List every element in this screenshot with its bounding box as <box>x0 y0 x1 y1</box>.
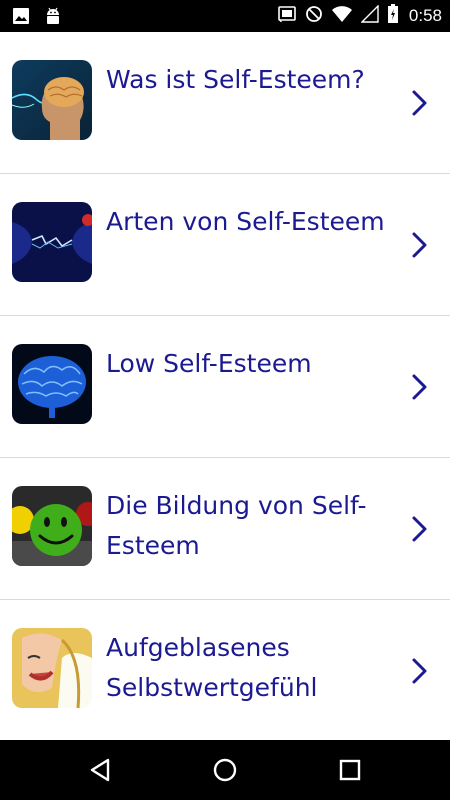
back-icon[interactable] <box>84 754 116 786</box>
item-title: Die Bildung von Self-Esteem <box>106 491 367 560</box>
status-time: 0:58 <box>408 6 442 25</box>
wifi-icon <box>331 5 353 28</box>
cast-icon <box>277 5 297 28</box>
laughing-woman-image <box>12 628 92 708</box>
battery-icon <box>387 3 399 29</box>
list-item[interactable]: Arten von Self-Esteem <box>0 174 450 316</box>
home-icon[interactable] <box>209 754 241 786</box>
item-title: Arten von Self-Esteem <box>106 207 385 236</box>
chevron-right-icon <box>412 516 427 542</box>
smiley-balls-image <box>12 486 92 566</box>
do-not-disturb-icon <box>305 5 323 28</box>
chevron-right-icon <box>412 374 427 400</box>
item-title: Was ist Self-Esteem? <box>106 65 365 94</box>
android-icon <box>44 6 62 31</box>
electric-faces-image <box>12 202 92 282</box>
status-bar: 0:58 <box>0 0 450 32</box>
item-title: Aufgeblasenes Selbstwertgefühl <box>106 633 318 702</box>
image-icon <box>12 7 30 30</box>
recents-icon[interactable] <box>334 754 366 786</box>
list-item[interactable]: Low Self-Esteem <box>0 316 450 458</box>
brain-head-image <box>12 60 92 140</box>
navigation-bar <box>0 740 450 800</box>
item-title: Low Self-Esteem <box>106 349 312 378</box>
topic-list: Was ist Self-Esteem? Arten von Self-Este… <box>0 32 450 742</box>
chevron-right-icon <box>412 658 427 684</box>
list-item[interactable]: Die Bildung von Self-Esteem <box>0 458 450 600</box>
blue-brain-image <box>12 344 92 424</box>
list-item[interactable]: Was ist Self-Esteem? <box>0 32 450 174</box>
signal-icon <box>360 3 379 28</box>
list-item[interactable]: Aufgeblasenes Selbstwertgefühl <box>0 600 450 742</box>
chevron-right-icon <box>412 232 427 258</box>
chevron-right-icon <box>412 90 427 116</box>
